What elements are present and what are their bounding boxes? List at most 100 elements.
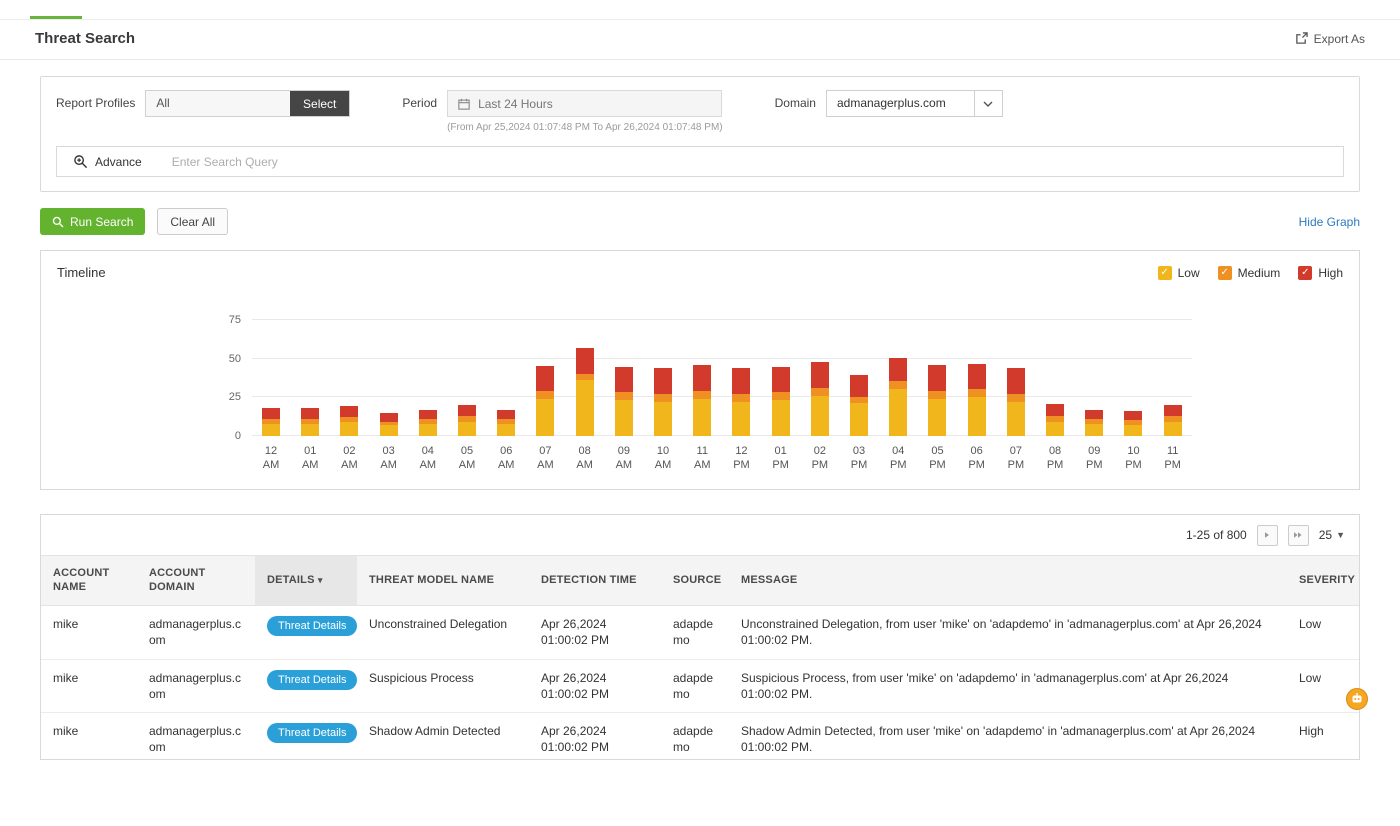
cell-details: Threat Details <box>255 713 357 760</box>
col-account-domain: ACCOUNT DOMAIN <box>137 555 255 606</box>
bar-segment-medium <box>654 394 672 402</box>
bar-segment-high <box>693 365 711 391</box>
clear-all-button[interactable]: Clear All <box>157 208 228 235</box>
x-axis-label: 04AM <box>409 444 447 473</box>
legend-checkbox-medium[interactable]: ✓ <box>1218 266 1232 280</box>
bar-segment-low <box>262 424 280 436</box>
tab-strip <box>0 0 1400 20</box>
threat-search-page: Threat Search Export As Report Profiles … <box>0 0 1400 826</box>
bar-segment-low <box>1007 402 1025 436</box>
bar-segment-low <box>693 399 711 436</box>
bar-segment-high <box>419 410 437 419</box>
next-page-button[interactable] <box>1257 525 1278 546</box>
bar-segment-high <box>968 364 986 389</box>
domain-select[interactable]: admanagerplus.com <box>826 90 1003 117</box>
threat-details-button[interactable]: Threat Details <box>267 616 357 636</box>
bar-06-am <box>487 304 525 436</box>
export-as-label: Export As <box>1314 32 1365 46</box>
report-profiles-value[interactable]: All <box>146 91 290 116</box>
x-axis-label: 03PM <box>840 444 878 473</box>
bar-segment-high <box>576 348 594 374</box>
col-severity: SEVERITY <box>1287 555 1359 606</box>
advance-label: Advance <box>95 155 142 169</box>
x-axis-label: 05PM <box>918 444 956 473</box>
bar-segment-low <box>732 402 750 436</box>
bar-segment-high <box>732 368 750 394</box>
cell-source: adapdemo <box>661 713 729 760</box>
search-icon <box>52 216 64 228</box>
bar-segment-medium <box>928 391 946 399</box>
threat-table: ACCOUNT NAME ACCOUNT DOMAIN DETAILS ▾ TH… <box>41 555 1359 760</box>
bar-segment-high <box>458 405 476 416</box>
x-axis-label: 06AM <box>487 444 525 473</box>
legend-label: Low <box>1178 266 1200 280</box>
bar-11-pm <box>1154 304 1192 436</box>
bar-segment-high <box>889 358 907 381</box>
bar-segment-low <box>1046 422 1064 436</box>
export-as-button[interactable]: Export As <box>1295 32 1365 46</box>
pagination: 1-25 of 800 25 ▼ <box>41 515 1359 555</box>
y-axis-tick-label: 25 <box>207 391 241 403</box>
last-page-button[interactable] <box>1288 525 1309 546</box>
domain-value: admanagerplus.com <box>827 91 974 116</box>
report-profiles-label: Report Profiles <box>56 90 135 117</box>
cell-threat-model-name: Unconstrained Delegation <box>357 606 529 659</box>
advance-search-button[interactable]: Advance <box>57 147 158 176</box>
page-size-value: 25 <box>1319 528 1332 542</box>
threat-details-button[interactable]: Threat Details <box>267 723 357 743</box>
col-details-label: DETAILS <box>267 574 315 586</box>
search-query-input[interactable] <box>158 147 1343 176</box>
x-axis-labels: 12AM01AM02AM03AM04AM05AM06AM07AM08AM09AM… <box>252 444 1192 473</box>
bar-10-am <box>644 304 682 436</box>
period-value: Last 24 Hours <box>478 97 553 111</box>
cell-detection-time: Apr 26,2024 01:00:02 PM <box>529 659 661 712</box>
run-search-button[interactable]: Run Search <box>40 208 145 235</box>
bar-segment-medium <box>811 388 829 396</box>
cell-account-domain: admanagerplus.com <box>137 659 255 712</box>
col-details[interactable]: DETAILS ▾ <box>255 555 357 606</box>
col-threat-model-name: THREAT MODEL NAME <box>357 555 529 606</box>
bar-segment-high <box>615 367 633 392</box>
cell-account-name: mike <box>41 606 137 659</box>
domain-label: Domain <box>775 90 816 117</box>
select-button[interactable]: Select <box>290 91 349 116</box>
bar-08-am <box>566 304 604 436</box>
threat-details-button[interactable]: Threat Details <box>267 670 357 690</box>
bar-12-am <box>252 304 290 436</box>
bar-03-pm <box>840 304 878 436</box>
period-field[interactable]: Last 24 Hours <box>447 90 722 117</box>
bar-segment-medium <box>1007 394 1025 402</box>
legend-item-low[interactable]: ✓ Low <box>1158 266 1200 280</box>
hide-graph-link[interactable]: Hide Graph <box>1299 215 1360 229</box>
cell-details: Threat Details <box>255 606 357 659</box>
bar-segment-medium <box>536 391 554 399</box>
legend-item-high[interactable]: ✓High <box>1298 266 1343 280</box>
period-range-text: (From Apr 25,2024 01:07:48 PM To Apr 26,… <box>447 122 723 133</box>
legend-item-medium[interactable]: ✓Medium <box>1218 266 1281 280</box>
x-axis-label: 08PM <box>1036 444 1074 473</box>
x-axis-label: 01PM <box>762 444 800 473</box>
sort-caret-icon: ▾ <box>318 575 323 585</box>
page-size-dropdown[interactable]: 25 ▼ <box>1319 528 1345 542</box>
caret-down-icon: ▼ <box>1336 530 1345 540</box>
bar-02-am <box>330 304 368 436</box>
bars-row <box>252 304 1192 436</box>
report-profiles-field[interactable]: All Select <box>145 90 350 117</box>
col-detection-time: DETECTION TIME <box>529 555 661 606</box>
legend-checkbox-low[interactable]: ✓ <box>1158 266 1172 280</box>
legend-checkbox-high[interactable]: ✓ <box>1298 266 1312 280</box>
bar-segment-low <box>615 400 633 436</box>
bar-segment-high <box>262 408 280 419</box>
filters-panel: Report Profiles All Select Period Last 2… <box>40 76 1360 192</box>
assistant-bot-button[interactable] <box>1346 688 1368 710</box>
bar-segment-medium <box>968 389 986 397</box>
timeline-legend: ✓ Low ✓Medium ✓High <box>1158 266 1343 280</box>
cell-severity: High <box>1287 713 1359 760</box>
chevron-down-icon[interactable] <box>974 91 1002 116</box>
x-axis-label: 07AM <box>526 444 564 473</box>
bar-06-pm <box>958 304 996 436</box>
bar-segment-high <box>340 406 358 417</box>
bar-04-pm <box>879 304 917 436</box>
x-axis-label: 02PM <box>801 444 839 473</box>
table-row: mikeadmanagerplus.comThreat DetailsSuspi… <box>41 659 1359 712</box>
